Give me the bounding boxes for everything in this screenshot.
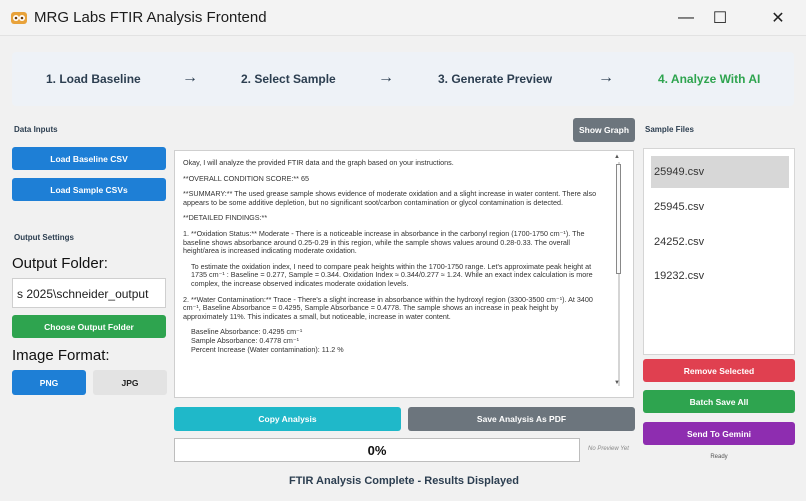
analysis-textarea[interactable]: Okay, I will analyze the provided FTIR d…: [174, 150, 634, 398]
step-load-baseline: 1. Load Baseline: [46, 72, 141, 86]
data-inputs-label: Data Inputs: [14, 125, 58, 134]
analysis-paragraph: 1. **Oxidation Status:** Moderate - Ther…: [183, 228, 585, 256]
analysis-scrollbar[interactable]: ▲ ▼: [612, 154, 628, 392]
window-title: MRG Labs FTIR Analysis Frontend: [34, 9, 267, 26]
close-icon[interactable]: ✕: [756, 0, 800, 36]
progress-text: 0%: [367, 442, 387, 458]
send-gemini-button[interactable]: Send To Gemini: [643, 422, 795, 445]
step-analyze-ai: 4. Analyze With AI: [658, 72, 761, 86]
analysis-text: Okay, I will analyze the provided FTIR d…: [183, 159, 603, 393]
progress-bar: 0%: [174, 438, 580, 462]
load-baseline-button[interactable]: Load Baseline CSV: [12, 147, 166, 170]
image-format-label: Image Format:: [12, 347, 110, 364]
analysis-paragraph: **SUMMARY:** The used grease sample show…: [183, 189, 597, 207]
load-samples-button[interactable]: Load Sample CSVs: [12, 178, 166, 201]
output-folder-value: s 2025\schneider_output: [17, 287, 149, 301]
scroll-down-icon[interactable]: ▼: [614, 380, 620, 386]
format-png-button[interactable]: PNG: [12, 370, 86, 395]
step-arrow-icon: →: [182, 69, 198, 86]
file-list-item[interactable]: 19232.csv: [651, 260, 789, 292]
analysis-paragraph: To estimate the oxidation index, I need …: [191, 261, 593, 288]
analysis-paragraph: 2. **Water Contamination:** Trace - Ther…: [183, 294, 593, 321]
file-list-item[interactable]: 25945.csv: [651, 191, 789, 223]
output-settings-label: Output Settings: [14, 233, 74, 242]
sample-files-label: Sample Files: [645, 125, 694, 134]
step-arrow-icon: →: [378, 69, 394, 86]
ready-status: Ready: [710, 454, 728, 460]
copy-analysis-button[interactable]: Copy Analysis: [174, 407, 401, 431]
output-folder-field[interactable]: s 2025\schneider_output: [12, 278, 166, 308]
file-list-item[interactable]: 25949.csv: [651, 156, 789, 188]
choose-folder-button[interactable]: Choose Output Folder: [12, 315, 166, 338]
analysis-paragraph: **OVERALL CONDITION SCORE:** 65: [183, 173, 309, 183]
step-select-sample: 2. Select Sample: [241, 72, 336, 86]
batch-save-button[interactable]: Batch Save All: [643, 390, 795, 413]
maximize-icon[interactable]: ☐: [698, 0, 742, 36]
analysis-line: Percent Increase (Water contamination): …: [191, 344, 344, 354]
format-jpg-button[interactable]: JPG: [93, 370, 167, 395]
scroll-thumb[interactable]: [616, 164, 621, 274]
analysis-paragraph: Okay, I will analyze the provided FTIR d…: [183, 159, 454, 167]
title-bar: MRG Labs FTIR Analysis Frontend — ☐ ✕: [0, 0, 806, 36]
sample-file-list[interactable]: 25949.csv 25945.csv 24252.csv 19232.csv: [643, 148, 795, 355]
app-logo-icon: [11, 12, 27, 24]
workflow-steps: 1. Load Baseline → 2. Select Sample → 3.…: [12, 52, 794, 106]
preview-note: No Preview Yet: [588, 446, 629, 452]
step-arrow-icon: →: [598, 69, 614, 86]
analysis-paragraph: **DETAILED FINDINGS:**: [183, 213, 268, 223]
scroll-up-icon[interactable]: ▲: [614, 154, 620, 160]
step-generate-preview: 3. Generate Preview: [438, 72, 553, 86]
remove-selected-button[interactable]: Remove Selected: [643, 359, 795, 382]
status-text: FTIR Analysis Complete - Results Display…: [288, 475, 520, 487]
file-list-item[interactable]: 24252.csv: [651, 226, 789, 258]
show-graph-button[interactable]: Show Graph: [573, 118, 635, 142]
output-folder-label: Output Folder:: [12, 255, 108, 272]
save-pdf-button[interactable]: Save Analysis As PDF: [408, 407, 635, 431]
